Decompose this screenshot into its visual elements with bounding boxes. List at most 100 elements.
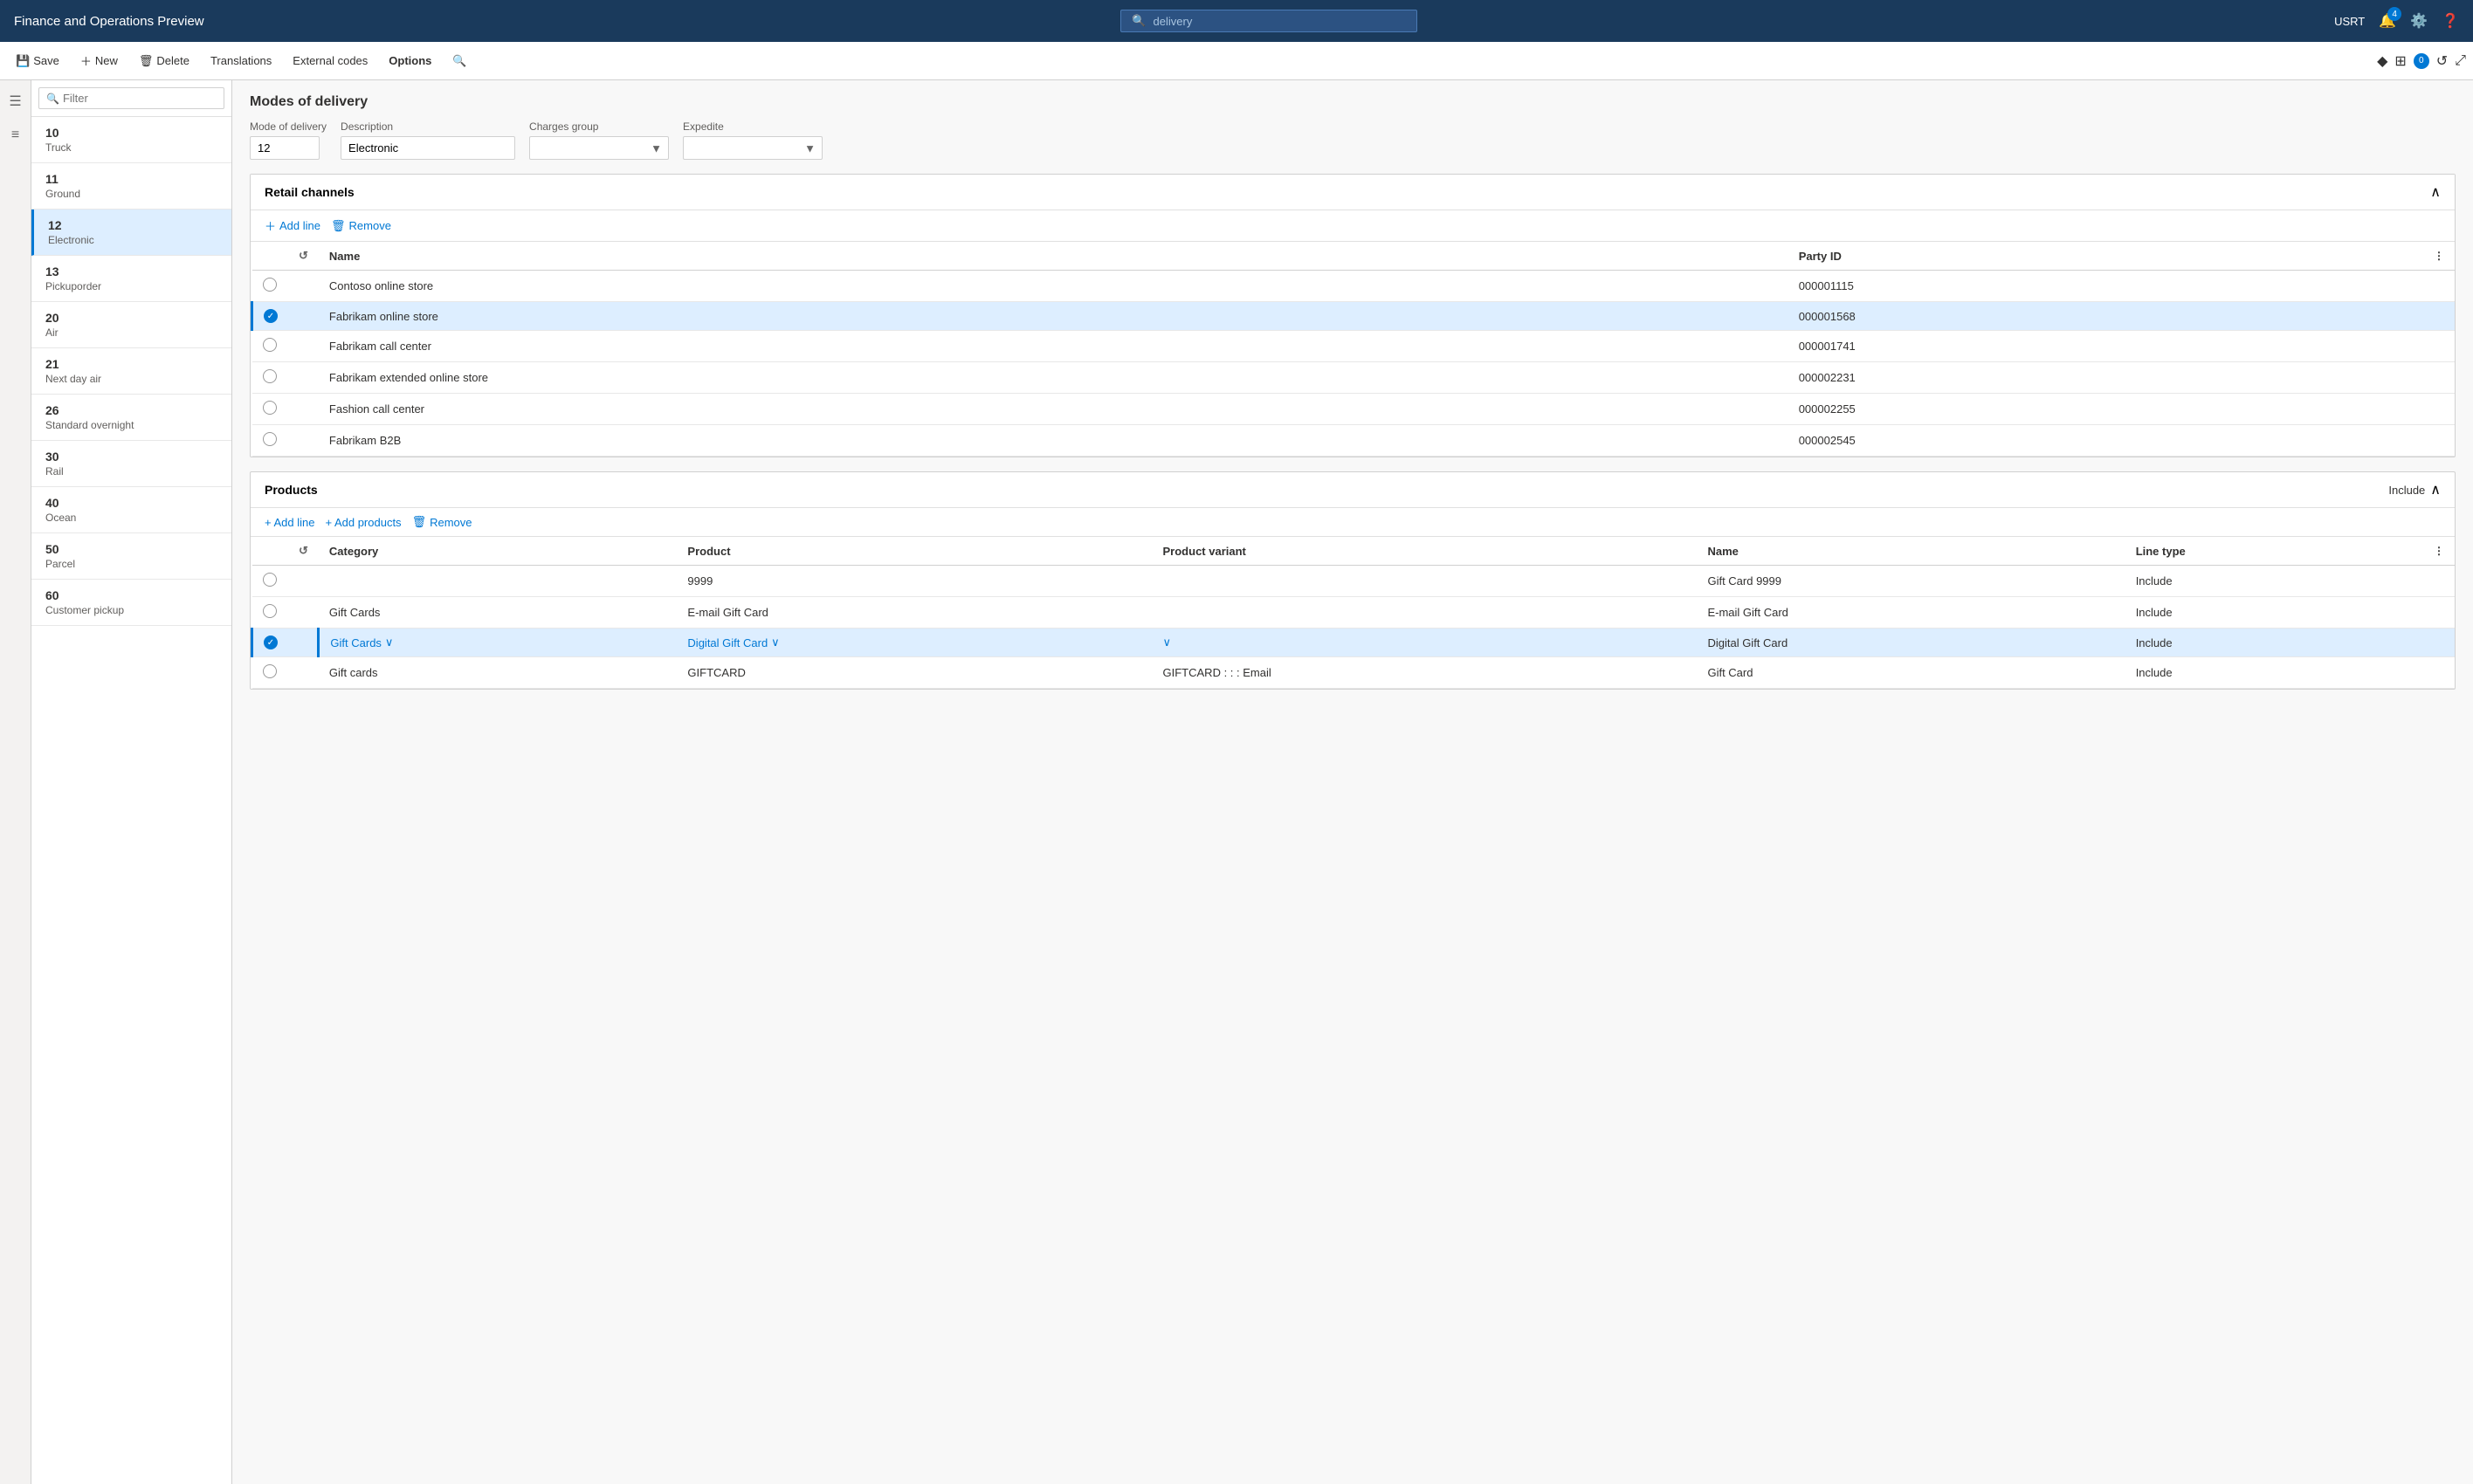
filter-input[interactable] xyxy=(63,92,217,105)
table-row[interactable]: Fashion call center 000002255 xyxy=(252,394,2456,425)
filter-icon-button[interactable]: ☰ xyxy=(3,87,26,115)
delete-button[interactable]: 🗑 Delete xyxy=(130,49,198,73)
products-table-refresh-icon[interactable]: ↺ xyxy=(299,544,308,557)
row-category: Gift Cards xyxy=(319,597,678,629)
row-check[interactable] xyxy=(252,394,289,425)
mode-of-delivery-input[interactable] xyxy=(250,136,320,160)
search-toolbar-button[interactable]: 🔍 xyxy=(444,49,475,73)
options-button[interactable]: Options xyxy=(380,49,440,72)
help-button[interactable]: ❓ xyxy=(2442,12,2459,30)
table-row[interactable]: 9999 Gift Card 9999 Include xyxy=(252,566,2456,597)
table-row[interactable]: Fabrikam extended online store 000002231 xyxy=(252,362,2456,394)
products-section: Products Include ∧ + Add line + Add prod… xyxy=(250,471,2456,690)
top-bar-left: Finance and Operations Preview xyxy=(14,14,204,29)
search-input[interactable] xyxy=(1154,15,1407,28)
list-icon-button[interactable]: ≡ xyxy=(6,122,24,148)
table-refresh-icon[interactable]: ↺ xyxy=(299,249,308,262)
radio-button[interactable] xyxy=(263,604,277,618)
list-item[interactable]: 10 Truck xyxy=(31,117,231,163)
row-check[interactable] xyxy=(252,271,289,302)
table-row[interactable]: Gift Cards ∨ Digital Gift Card ∨ ∨ Digit… xyxy=(252,629,2456,657)
list-item[interactable]: 30 Rail xyxy=(31,441,231,487)
list-item[interactable]: 11 Ground xyxy=(31,163,231,210)
table-row[interactable]: Contoso online store 000001115 xyxy=(252,271,2456,302)
row-more[interactable] xyxy=(2423,302,2455,331)
row-check[interactable] xyxy=(252,657,289,689)
row-more[interactable] xyxy=(2423,394,2455,425)
table-row[interactable]: Fabrikam B2B 000002545 xyxy=(252,425,2456,457)
row-check[interactable] xyxy=(252,629,289,657)
row-check[interactable] xyxy=(252,362,289,394)
radio-button[interactable] xyxy=(264,636,278,649)
row-check[interactable] xyxy=(252,302,289,331)
products-col-variant-header: Product variant xyxy=(1153,537,1698,566)
col-name-header: Name xyxy=(319,242,1788,271)
list-item[interactable]: 26 Standard overnight xyxy=(31,395,231,441)
description-input[interactable] xyxy=(341,136,515,160)
table-row[interactable]: Fabrikam call center 000001741 xyxy=(252,331,2456,362)
description-label: Description xyxy=(341,120,515,133)
row-check[interactable] xyxy=(252,566,289,597)
row-variant[interactable]: ∨ xyxy=(1153,629,1698,657)
radio-button[interactable] xyxy=(263,278,277,292)
radio-button[interactable] xyxy=(263,664,277,678)
diamond-icon[interactable]: ◆ xyxy=(2377,52,2387,70)
products-remove-button[interactable]: 🗑 Remove xyxy=(412,515,472,529)
radio-button[interactable] xyxy=(263,401,277,415)
row-more[interactable] xyxy=(2423,425,2455,457)
list-item[interactable]: 50 Parcel xyxy=(31,533,231,580)
table-row[interactable]: Fabrikam online store 000001568 xyxy=(252,302,2456,331)
list-item[interactable]: 12 Electronic xyxy=(31,210,231,256)
columns-icon[interactable]: ⊞ xyxy=(2394,52,2406,70)
radio-button[interactable] xyxy=(263,338,277,352)
row-category[interactable]: Gift Cards ∨ xyxy=(319,629,678,657)
retail-channels-collapse-button[interactable]: ∧ xyxy=(2430,183,2441,201)
list-item[interactable]: 13 Pickuporder xyxy=(31,256,231,302)
row-party-id: 000001115 xyxy=(1788,271,2423,302)
new-button[interactable]: ＋ New xyxy=(72,47,127,74)
table-row[interactable]: Gift Cards E-mail Gift Card E-mail Gift … xyxy=(252,597,2456,629)
table-row[interactable]: Gift cards GIFTCARD GIFTCARD : : : Email… xyxy=(252,657,2456,689)
row-more[interactable] xyxy=(2423,362,2455,394)
variant-dropdown[interactable]: ∨ xyxy=(1163,636,1687,649)
radio-button[interactable] xyxy=(263,432,277,446)
products-trash-icon: 🗑 xyxy=(412,515,427,529)
retail-channels-actions: ＋ Add line 🗑 Remove xyxy=(251,210,2455,242)
retail-channels-remove-button[interactable]: 🗑 Remove xyxy=(331,219,391,233)
list-item-number: 10 xyxy=(45,126,217,140)
notifications-button[interactable]: 🔔 4 xyxy=(2379,12,2396,30)
products-add-line-button[interactable]: + Add line xyxy=(265,516,314,529)
radio-button[interactable] xyxy=(264,309,278,323)
expedite-field: Expedite ▼ xyxy=(683,120,823,160)
products-collapse-button[interactable]: ∧ xyxy=(2430,481,2441,498)
row-variant xyxy=(1153,566,1698,597)
expedite-select[interactable] xyxy=(683,136,823,160)
filter-input-wrapper[interactable]: 🔍 xyxy=(38,87,224,109)
radio-button[interactable] xyxy=(263,369,277,383)
settings-button[interactable]: ⚙️ xyxy=(2410,12,2428,30)
delivery-form-row: Mode of delivery Description Charges gro… xyxy=(250,120,2456,160)
radio-button[interactable] xyxy=(263,573,277,587)
external-codes-button[interactable]: External codes xyxy=(284,49,376,72)
product-dropdown[interactable]: Digital Gift Card ∨ xyxy=(687,636,1141,649)
row-more[interactable] xyxy=(2423,271,2455,302)
save-button[interactable]: 💾 Save xyxy=(7,49,68,73)
category-dropdown[interactable]: Gift Cards ∨ xyxy=(330,636,666,649)
row-product[interactable]: Digital Gift Card ∨ xyxy=(677,629,1152,657)
list-item[interactable]: 40 Ocean xyxy=(31,487,231,533)
refresh-button[interactable]: ↺ xyxy=(2436,52,2448,70)
row-check[interactable] xyxy=(252,331,289,362)
row-more[interactable] xyxy=(2423,331,2455,362)
translations-button[interactable]: Translations xyxy=(202,49,280,72)
charges-group-select[interactable] xyxy=(529,136,669,160)
list-item[interactable]: 60 Customer pickup xyxy=(31,580,231,626)
expand-button[interactable]: ⤢ xyxy=(2455,53,2466,69)
list-item[interactable]: 21 Next day air xyxy=(31,348,231,395)
retail-channels-add-line-button[interactable]: ＋ Add line xyxy=(265,217,320,234)
list-item[interactable]: 20 Air xyxy=(31,302,231,348)
row-check[interactable] xyxy=(252,597,289,629)
products-add-products-button[interactable]: + Add products xyxy=(325,516,401,529)
row-refresh xyxy=(288,302,319,331)
search-bar[interactable]: 🔍 xyxy=(1120,10,1417,32)
row-check[interactable] xyxy=(252,425,289,457)
